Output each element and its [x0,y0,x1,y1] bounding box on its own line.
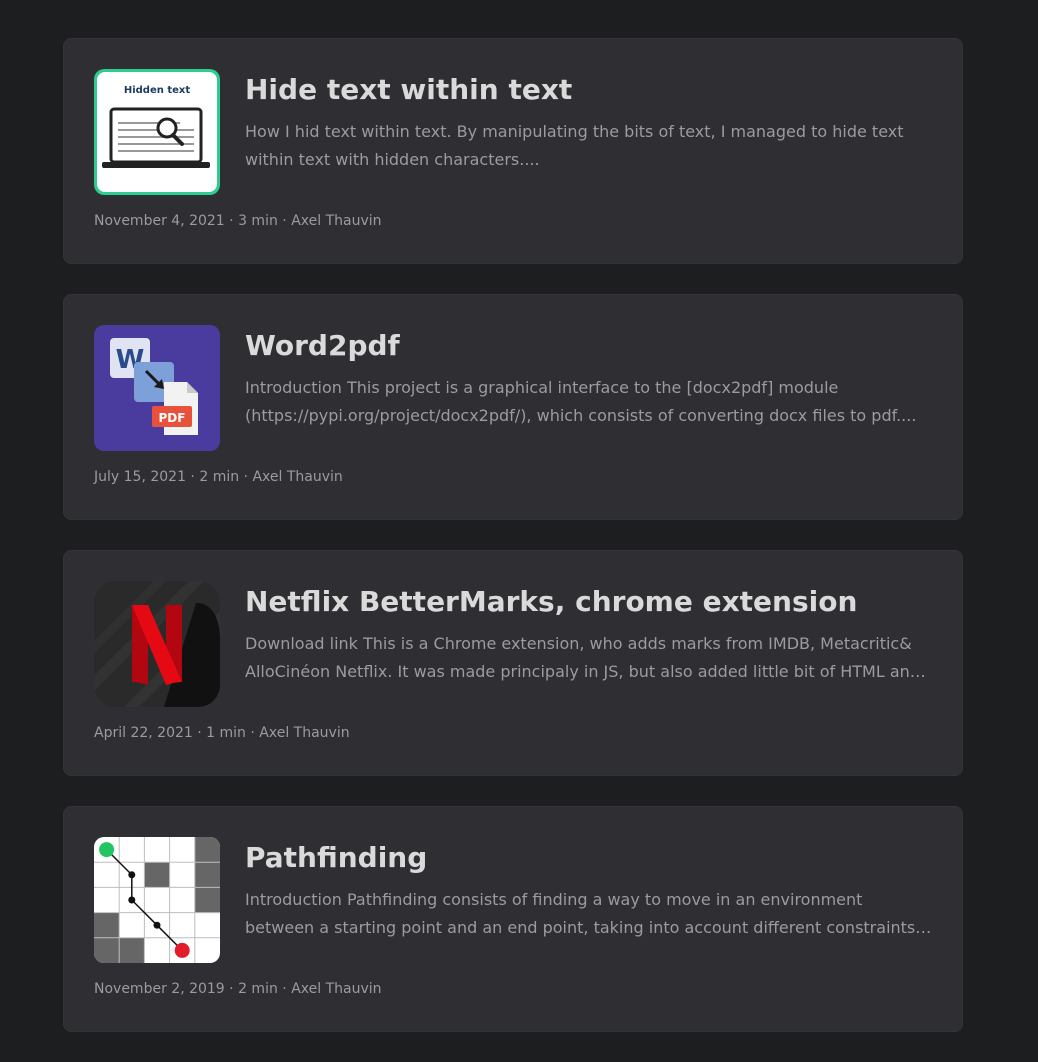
post-thumbnail[interactable] [94,581,220,707]
post-summary: Introduction Pathfinding consists of fin… [245,890,916,937]
post-meta: November 4, 2021 · 3 min · Axel Thauvin [94,211,382,231]
post-title[interactable]: Netflix BetterMarks, chrome extension [245,584,857,620]
post-card-hide-text[interactable]: Hidden text Hide text within text How I … [63,38,963,264]
post-thumbnail[interactable]: W PDF [94,325,220,451]
post-read-time: 3 min [238,213,278,229]
post-card-word2pdf[interactable]: W PDF Word2pdf Introduction This project… [63,294,963,520]
post-author: Axel Thauvin [252,469,343,485]
meta-separator: · [224,981,239,997]
post-read-time: 1 min [206,725,246,741]
meta-separator: · [192,725,207,741]
pathfinding-grid-icon [94,837,220,963]
post-author: Axel Thauvin [259,725,350,741]
post-date: November 2, 2019 [94,981,225,997]
post-card-netflix-bettermarks[interactable]: Netflix BetterMarks, chrome extension Do… [63,550,963,776]
post-thumbnail[interactable] [94,837,220,963]
meta-separator: · [224,213,239,229]
meta-separator: · [245,725,260,741]
meta-separator: · [277,213,292,229]
post-card-pathfinding[interactable]: Pathfinding Introduction Pathfinding con… [63,806,963,1032]
netflix-logo-icon [94,581,220,707]
post-summary: Introduction This project is a graphical… [245,378,917,425]
hidden-text-laptop-icon: Hidden text [94,69,220,195]
post-summary: Download link This is a Chrome extension… [245,634,920,681]
post-date: April 22, 2021 [94,725,193,741]
thumbnail-label: PDF [159,411,186,425]
post-title[interactable]: Pathfinding [245,840,427,876]
post-meta: April 22, 2021 · 1 min · Axel Thauvin [94,723,350,743]
meta-separator: · [239,469,253,485]
post-date: November 4, 2021 [94,213,225,229]
meta-separator: · [277,981,292,997]
post-thumbnail[interactable]: Hidden text [94,69,220,195]
post-list: Hidden text Hide text within text How I … [63,38,963,1062]
word-to-pdf-icon: W PDF [94,325,220,451]
meta-separator: · [185,469,200,485]
post-title[interactable]: Word2pdf [245,328,400,364]
post-read-time: 2 min [238,981,278,997]
post-meta: November 2, 2019 · 2 min · Axel Thauvin [94,979,382,999]
start-point-icon [99,842,115,858]
post-meta: July 15, 2021 · 2 min · Axel Thauvin [94,467,343,487]
post-date: July 15, 2021 [94,469,186,485]
post-author: Axel Thauvin [291,213,382,229]
post-read-time: 2 min [199,469,240,485]
end-point-icon [174,942,190,958]
post-title[interactable]: Hide text within text [245,72,572,108]
post-summary: How I hid text within text. By manipulat… [245,122,904,169]
post-author: Axel Thauvin [291,981,382,997]
thumbnail-label: Hidden text [124,85,191,96]
